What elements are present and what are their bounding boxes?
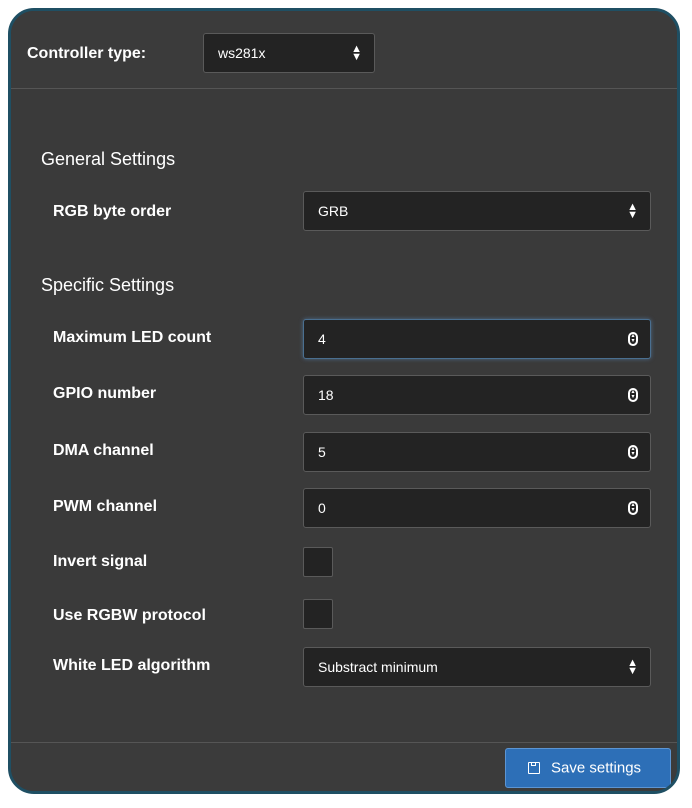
max-led-count-input[interactable]: 4 ▴ ▾ xyxy=(303,319,651,359)
controller-type-label: Controller type: xyxy=(27,45,147,62)
gpio-number-input[interactable]: 18 ▴ ▾ xyxy=(303,375,651,415)
floppy-disk-icon xyxy=(528,762,540,774)
white-led-algorithm-value: Substract minimum xyxy=(318,659,438,675)
panel-footer: Save settings xyxy=(11,742,677,791)
general-settings-title: General Settings xyxy=(41,149,176,169)
controller-type-select[interactable]: ws281x ▲ ▼ xyxy=(203,33,375,73)
dma-channel-label: DMA channel xyxy=(53,442,154,459)
number-spinner-icon[interactable]: ▴ ▾ xyxy=(628,332,638,346)
white-led-algorithm-label: White LED algorithm xyxy=(53,657,211,674)
dma-channel-value: 5 xyxy=(318,444,326,460)
save-settings-button[interactable]: Save settings xyxy=(505,748,671,788)
number-spinner-icon[interactable]: ▴ ▾ xyxy=(628,388,638,402)
rgb-byte-order-value: GRB xyxy=(318,203,349,219)
dma-channel-input[interactable]: 5 ▴ ▾ xyxy=(303,432,651,472)
led-hardware-panel: Controller type: ws281x ▲ ▼ General Setti… xyxy=(8,8,680,794)
number-spinner-icon[interactable]: ▴ ▾ xyxy=(628,445,638,459)
pwm-channel-label: PWM channel xyxy=(53,498,158,515)
max-led-count-label: Maximum LED count xyxy=(53,329,212,346)
use-rgbw-label: Use RGBW protocol xyxy=(53,607,206,624)
white-led-algorithm-select[interactable]: Substract minimum ▲ ▼ xyxy=(303,647,651,687)
invert-signal-checkbox[interactable] xyxy=(303,547,333,577)
select-arrows-icon: ▲ ▼ xyxy=(351,43,362,63)
controller-type-value: ws281x xyxy=(218,45,266,61)
rgb-byte-order-label: RGB byte order xyxy=(53,203,172,220)
specific-settings-title: Specific Settings xyxy=(41,275,175,295)
max-led-count-value: 4 xyxy=(318,331,326,347)
pwm-channel-value: 0 xyxy=(318,500,326,516)
gpio-number-value: 18 xyxy=(318,387,334,403)
invert-signal-label: Invert signal xyxy=(53,553,148,570)
gpio-number-label: GPIO number xyxy=(53,385,157,402)
use-rgbw-checkbox[interactable] xyxy=(303,599,333,629)
pwm-channel-input[interactable]: 0 ▴ ▾ xyxy=(303,488,651,528)
panel-header: Controller type: ws281x ▲ ▼ xyxy=(11,11,677,89)
rgb-byte-order-select[interactable]: GRB ▲ ▼ xyxy=(303,191,651,231)
select-arrows-icon: ▲ ▼ xyxy=(627,657,638,677)
save-settings-label: Save settings xyxy=(551,759,642,777)
number-spinner-icon[interactable]: ▴ ▾ xyxy=(628,501,638,515)
select-arrows-icon: ▲ ▼ xyxy=(627,201,638,221)
